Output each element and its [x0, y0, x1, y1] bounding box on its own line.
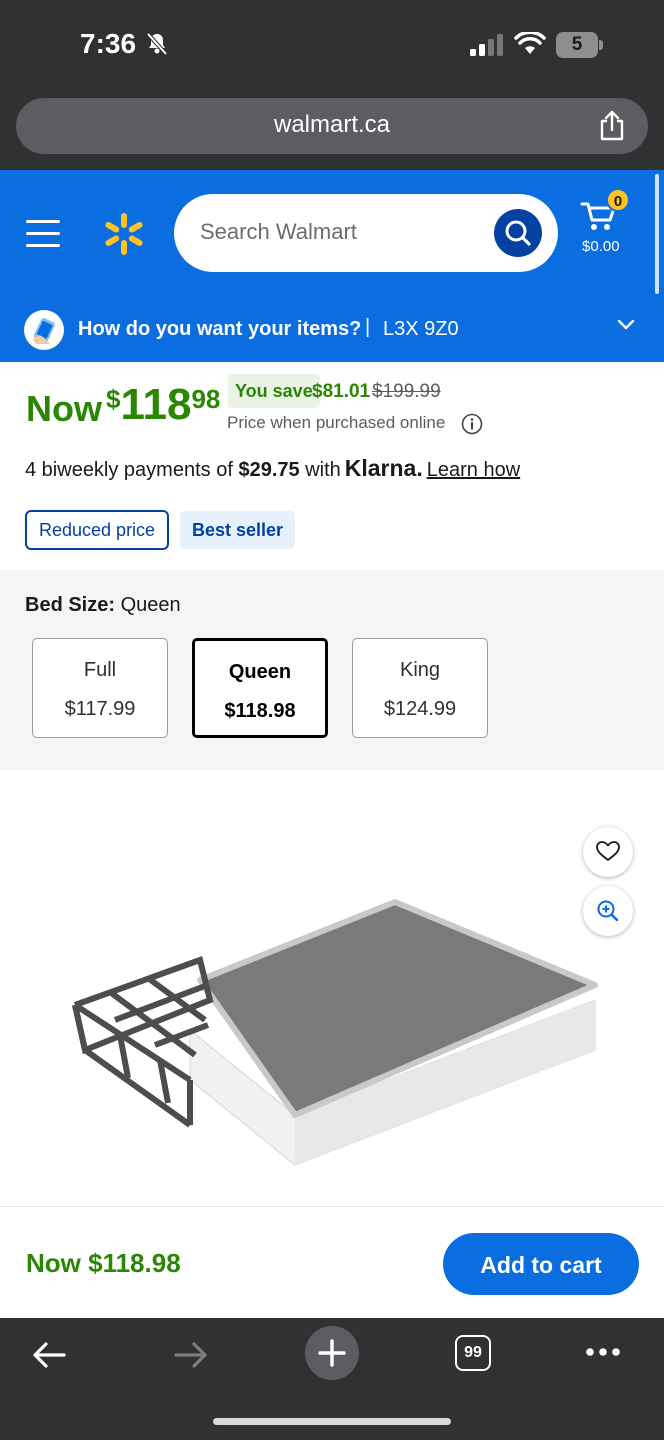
- search-bar: [174, 194, 558, 272]
- cart-total: $0.00: [582, 238, 620, 255]
- search-icon: [505, 220, 531, 246]
- site-header: 0 $0.00 How do you want your items? | L3…: [0, 170, 664, 362]
- box-spring-product-image: [72, 899, 598, 1166]
- browser-toolbar: 99: [0, 1318, 664, 1440]
- more-options-icon[interactable]: [584, 1344, 624, 1360]
- product-image-area: [0, 770, 664, 1206]
- page-scrollbar[interactable]: [655, 174, 659, 294]
- share-icon[interactable]: [598, 110, 626, 142]
- delivery-question: How do you want your items?: [78, 318, 362, 340]
- chevron-down-icon: [617, 319, 635, 330]
- forward-arrow-icon[interactable]: [170, 1338, 212, 1372]
- home-indicator[interactable]: [213, 1418, 451, 1425]
- info-icon[interactable]: [461, 413, 483, 435]
- size-option-full[interactable]: Full $117.99: [32, 638, 168, 738]
- klarna-financing: 4 biweekly payments of $29.75 with Klarna…: [25, 455, 521, 481]
- bell-muted-icon: [146, 32, 168, 56]
- you-save-badge: You save: [228, 374, 320, 408]
- url-text: walmart.ca: [273, 111, 391, 138]
- signal-icon: [470, 34, 503, 56]
- cart-button[interactable]: 0 $0.00: [580, 188, 640, 264]
- best-seller-tag: Best seller: [180, 511, 296, 549]
- address-bar[interactable]: walmart.ca: [16, 98, 648, 154]
- delivery-selector[interactable]: How do you want your items? | L3X 9Z0: [0, 296, 664, 362]
- postal-code: L3X 9Z0: [383, 318, 459, 340]
- online-price-note: Price when purchased online: [227, 413, 446, 432]
- section-divider: [0, 1206, 664, 1207]
- back-arrow-icon[interactable]: [28, 1338, 70, 1372]
- tabs-count-button[interactable]: 99: [455, 1335, 491, 1371]
- was-price: $199.99: [372, 381, 441, 402]
- sticky-price: Now $118.98: [26, 1248, 181, 1278]
- now-label: Now: [26, 388, 102, 429]
- search-button[interactable]: [494, 209, 542, 257]
- bed-size-label: Bed Size: Queen: [25, 594, 181, 616]
- cart-count-badge: 0: [606, 188, 630, 212]
- menu-icon[interactable]: [26, 220, 60, 248]
- favorite-button[interactable]: [583, 827, 633, 877]
- bed-size-selector: Bed Size: Queen Full $117.99 Queen $118.…: [0, 570, 664, 770]
- add-to-cart-button[interactable]: Add to cart: [443, 1233, 639, 1295]
- reduced-price-tag: Reduced price: [25, 510, 170, 550]
- status-time: 7:36: [80, 28, 137, 59]
- search-input[interactable]: [198, 212, 458, 252]
- new-tab-icon[interactable]: [304, 1325, 360, 1381]
- delivery-phone-icon: [24, 310, 64, 350]
- heart-icon: [596, 841, 620, 861]
- browser-chrome: 7:36 5 walmart.ca: [0, 0, 664, 170]
- battery-indicator: 5: [556, 32, 604, 58]
- walmart-spark-logo[interactable]: [102, 210, 146, 258]
- size-option-king[interactable]: King $124.99: [352, 638, 488, 738]
- klarna-logo: Klarna.: [344, 455, 423, 481]
- current-price: $11898: [106, 380, 221, 429]
- learn-how-link[interactable]: Learn how: [427, 459, 520, 481]
- save-amount: $81.01: [312, 381, 371, 402]
- delivery-separator: |: [365, 316, 371, 338]
- wifi-icon: [514, 32, 546, 54]
- size-option-queen[interactable]: Queen $118.98: [192, 638, 328, 738]
